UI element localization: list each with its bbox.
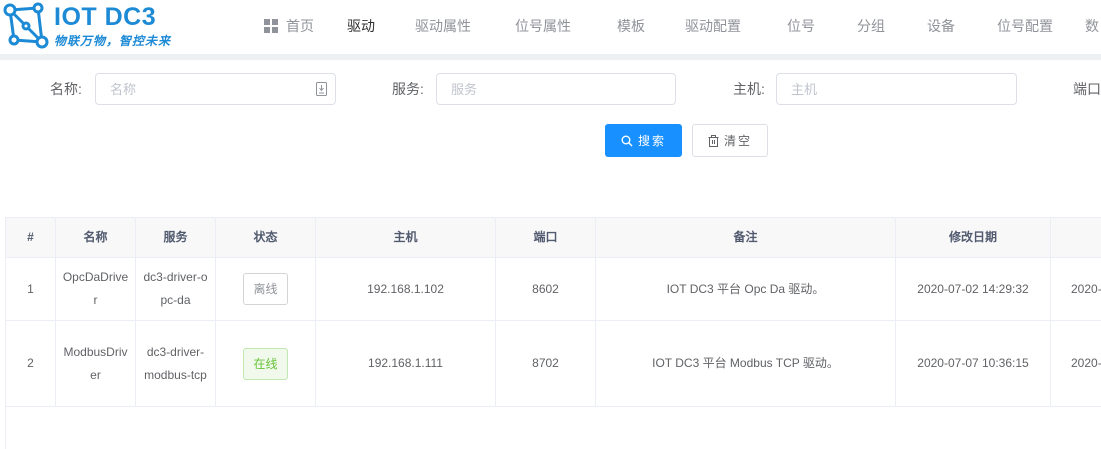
nav-item-label: 数 bbox=[1085, 18, 1099, 34]
column-header-extra bbox=[1051, 218, 1101, 257]
name-input[interactable] bbox=[96, 74, 335, 104]
nav-item-label: 设备 bbox=[927, 18, 955, 34]
nav-item-label: 驱动配置 bbox=[685, 18, 741, 34]
status-badge-online: 在线 bbox=[243, 347, 288, 380]
row-name: ModbusDriver bbox=[56, 321, 136, 406]
row-extra: 2020- bbox=[1051, 258, 1101, 320]
row-status: 在线 bbox=[216, 321, 316, 406]
row-host: 192.168.1.111 bbox=[316, 321, 496, 406]
nav-item-label: 驱动属性 bbox=[415, 18, 471, 34]
row-name: OpcDaDriver bbox=[56, 258, 136, 320]
host-input[interactable] bbox=[777, 74, 1016, 104]
column-header-modified: 修改日期 bbox=[896, 218, 1051, 257]
search-icon bbox=[621, 135, 633, 146]
clear-button-label: 清空 bbox=[723, 134, 752, 148]
row-service: dc3-driver-modbus-tcp bbox=[136, 321, 216, 406]
keyboard-icon bbox=[316, 82, 327, 96]
nav-item-data[interactable]: 数 bbox=[1082, 0, 1101, 54]
nav-item-home[interactable]: 首页 bbox=[252, 0, 326, 54]
table-row[interactable]: 1 OpcDaDriver dc3-driver-opc-da 离线 192.1… bbox=[6, 258, 1101, 321]
nav-item-template[interactable]: 模板 bbox=[608, 0, 654, 54]
row-host: 192.168.1.102 bbox=[316, 258, 496, 320]
row-index: 1 bbox=[6, 258, 56, 320]
grid-icon bbox=[264, 19, 278, 33]
port-label: 端口 bbox=[1073, 81, 1101, 97]
status-badge-offline: 离线 bbox=[243, 273, 288, 305]
iot-logo-icon bbox=[3, 2, 49, 49]
column-header-host: 主机 bbox=[316, 218, 496, 257]
row-remark: IOT DC3 平台 Opc Da 驱动。 bbox=[596, 258, 896, 320]
column-header-name: 名称 bbox=[56, 218, 136, 257]
driver-table: # 名称 服务 状态 主机 端口 备注 修改日期 1 OpcDaDriver d… bbox=[5, 217, 1101, 449]
nav-item-point-attribute[interactable]: 位号属性 bbox=[508, 0, 578, 54]
table-row[interactable]: 2 ModbusDriver dc3-driver-modbus-tcp 在线 … bbox=[6, 321, 1101, 407]
nav-item-label: 位号配置 bbox=[997, 18, 1053, 34]
clear-button[interactable]: 清空 bbox=[692, 124, 768, 157]
nav-item-driver-attribute[interactable]: 驱动属性 bbox=[408, 0, 478, 54]
row-modified: 2020-07-02 14:29:32 bbox=[896, 258, 1051, 320]
row-index: 2 bbox=[6, 321, 56, 406]
nav-item-label: 位号属性 bbox=[515, 18, 571, 34]
header-divider bbox=[0, 54, 1101, 60]
name-label: 名称: bbox=[50, 81, 82, 97]
name-input-wrapper bbox=[95, 73, 336, 105]
column-header-index: # bbox=[6, 218, 56, 257]
nav-item-driver[interactable]: 驱动 bbox=[326, 0, 396, 56]
nav-item-label: 位号 bbox=[787, 18, 815, 34]
host-input-wrapper bbox=[776, 73, 1017, 105]
nav-item-label: 驱动 bbox=[347, 18, 375, 34]
search-button[interactable]: 搜索 bbox=[605, 124, 682, 157]
row-status: 离线 bbox=[216, 258, 316, 320]
table-header: # 名称 服务 状态 主机 端口 备注 修改日期 bbox=[6, 217, 1101, 258]
column-header-status: 状态 bbox=[216, 218, 316, 257]
service-label: 服务: bbox=[392, 81, 424, 97]
row-service: dc3-driver-opc-da bbox=[136, 258, 216, 320]
top-header: IOT DC3 物联万物，智控未来 首页 驱动 驱动属性 位号属性 模板 驱动配… bbox=[0, 0, 1101, 56]
row-port: 8702 bbox=[496, 321, 596, 406]
trash-icon bbox=[708, 134, 719, 147]
logo-title: IOT DC3 bbox=[54, 3, 157, 31]
search-button-label: 搜索 bbox=[637, 134, 666, 148]
nav-item-driver-config[interactable]: 驱动配置 bbox=[678, 0, 748, 54]
host-label: 主机: bbox=[733, 81, 765, 97]
logo[interactable]: IOT DC3 物联万物，智控未来 bbox=[0, 0, 200, 54]
nav-item-point-config[interactable]: 位号配置 bbox=[988, 0, 1062, 54]
nav-item-label: 首页 bbox=[286, 18, 314, 34]
nav-item-group[interactable]: 分组 bbox=[848, 0, 894, 54]
row-modified: 2020-07-07 10:36:15 bbox=[896, 321, 1051, 406]
nav-item-label: 分组 bbox=[857, 18, 885, 34]
service-input[interactable] bbox=[437, 74, 675, 104]
row-port: 8602 bbox=[496, 258, 596, 320]
column-header-remark: 备注 bbox=[596, 218, 896, 257]
nav-item-device[interactable]: 设备 bbox=[918, 0, 964, 54]
service-input-wrapper bbox=[436, 73, 676, 105]
row-remark: IOT DC3 平台 Modbus TCP 驱动。 bbox=[596, 321, 896, 406]
nav-item-label: 模板 bbox=[617, 18, 645, 34]
row-extra: 2020- bbox=[1051, 321, 1101, 406]
logo-subtitle: 物联万物，智控未来 bbox=[54, 34, 172, 48]
column-header-service: 服务 bbox=[136, 218, 216, 257]
column-header-port: 端口 bbox=[496, 218, 596, 257]
nav-item-point[interactable]: 位号 bbox=[778, 0, 824, 54]
